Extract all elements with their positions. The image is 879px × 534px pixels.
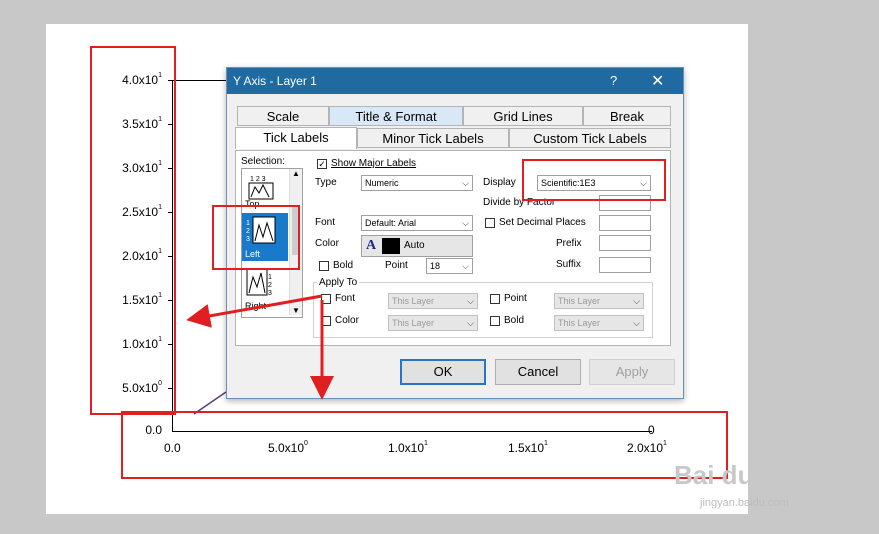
watermark-url: jingyan.baidu.com xyxy=(700,497,789,509)
baidu-logo: Bai du 经验 xyxy=(674,460,813,490)
annotation-arrows xyxy=(186,294,334,400)
arrow-to-y-labels xyxy=(186,294,323,328)
